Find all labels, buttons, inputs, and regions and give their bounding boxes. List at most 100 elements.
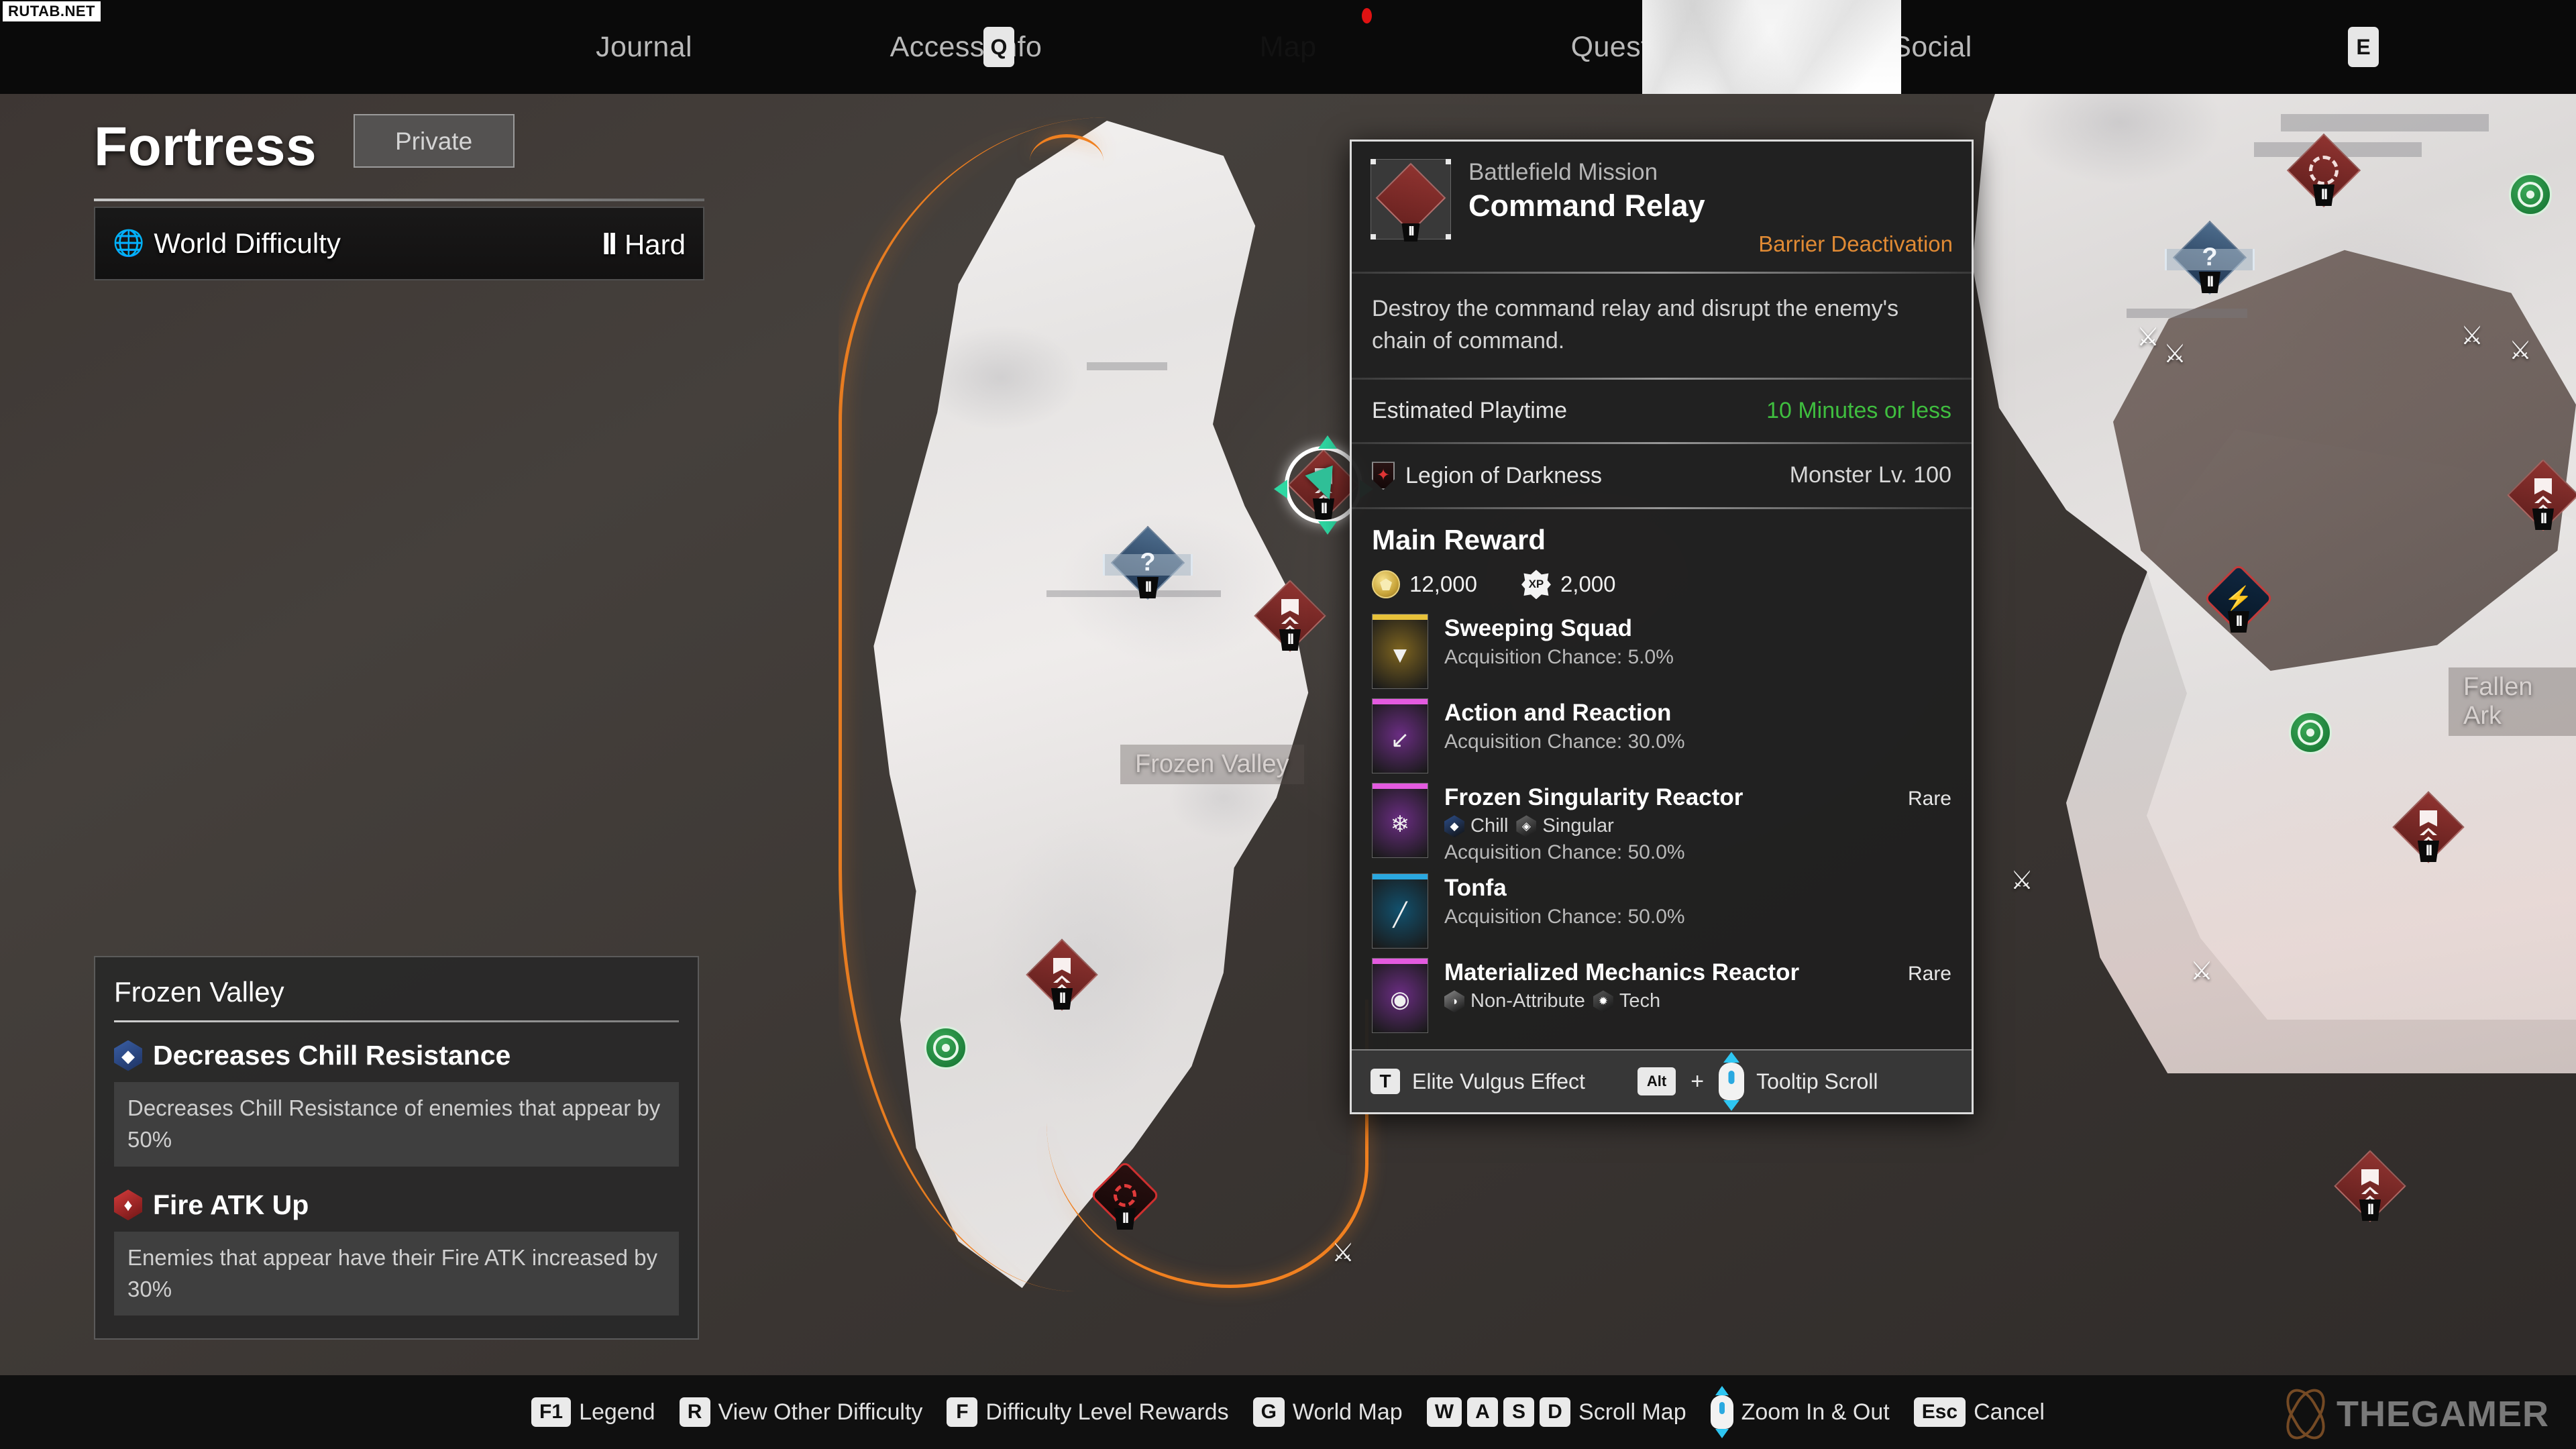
reward-item[interactable]: ◉ Materialized Mechanics Reactor Rare ◑ Non-… — [1372, 958, 1951, 1034]
map-marker-boss-encounter[interactable]: II — [1089, 1160, 1161, 1231]
reward-item[interactable]: ╱ Tonfa Acquisition Chance: 50.0% — [1372, 873, 1951, 949]
hotkey-keys: G — [1252, 1397, 1285, 1427]
hotkey-keys: F1 — [531, 1397, 572, 1427]
map-marker-gate[interactable]: ⚔ — [2010, 865, 2033, 896]
map-marker-battlefield-mission[interactable]: II — [1026, 938, 1098, 1011]
map-marker-gate[interactable]: ⚔ — [2137, 322, 2159, 352]
marker-tier-badge: II — [2417, 841, 2440, 862]
map-marker-gate[interactable]: ⚔ — [2509, 335, 2532, 366]
legion-shield-icon: ✦ — [1372, 462, 1395, 490]
key-t[interactable]: T — [1371, 1069, 1400, 1095]
fire-glyph: ♦ — [123, 1195, 133, 1216]
attribute-hex-icon: ◑ — [1444, 990, 1464, 1013]
hotkey-key[interactable]: F — [947, 1397, 978, 1427]
map-marker-spawn-point[interactable] — [924, 1026, 967, 1069]
hotkey-cancel[interactable]: Esc Cancel — [1913, 1397, 2045, 1427]
world-difficulty-value: II Hard — [602, 225, 686, 262]
attribute-singular: ◈ Singular — [1516, 815, 1614, 838]
marker-tier-badge: II — [2532, 508, 2555, 530]
prev-tab-key-q[interactable]: Q — [983, 27, 1014, 67]
tab-access-info[interactable]: Access Info — [805, 0, 1127, 94]
marker-tier-badge: II — [2312, 184, 2335, 206]
hotkey-legend[interactable]: F1 Legend — [531, 1397, 655, 1427]
hotkey-key[interactable]: W — [1426, 1397, 1462, 1427]
zone-effect-description: Enemies that appear have their Fire ATK … — [114, 1231, 679, 1316]
gold-reward: 12,000 — [1372, 570, 1477, 599]
map-structure — [2127, 309, 2247, 318]
reward-item-text: Materialized Mechanics Reactor Rare ◑ Non-A… — [1444, 958, 1951, 1013]
map-marker-gate[interactable]: ⚔ — [1332, 1238, 1354, 1268]
map-marker-battlefield-mission[interactable]: II — [1254, 580, 1326, 652]
hotkey-key[interactable]: F1 — [531, 1397, 572, 1427]
map-marker-gate[interactable]: ⚔ — [2461, 321, 2483, 351]
hotkey-key[interactable]: Esc — [1913, 1397, 1966, 1427]
estimated-playtime-row: Estimated Playtime 10 Minutes or less — [1352, 380, 1972, 443]
zone-header: Fortress Private 🌐 World Difficulty II Ha… — [94, 114, 704, 280]
hotkey-key[interactable]: S — [1503, 1397, 1535, 1427]
reward-item-attributes: ◑ Non-Attribute ✹ Tech — [1444, 990, 1951, 1013]
map-marker-energy-node[interactable]: ⚡ II — [2203, 563, 2274, 634]
hotkey-key[interactable]: R — [679, 1397, 710, 1427]
map-marker-gate[interactable]: ⚔ — [2190, 956, 2213, 986]
attribute-glyph: ◆ — [1450, 819, 1459, 833]
reward-item-list: ▼ Sweeping Squad Acquisition Chance: 5.0% ↙… — [1372, 614, 1951, 1034]
currency-row: 12,000 XP 2,000 — [1372, 570, 1951, 600]
gate-icon: ⚔ — [2137, 323, 2160, 352]
faction-label: Legion of Darkness — [1405, 462, 1602, 488]
reward-item-thumbnail: ▼ — [1372, 614, 1428, 690]
map-marker-spawn-point[interactable] — [2289, 711, 2332, 754]
zone-effect-header: ♦ Fire ATK Up — [114, 1189, 679, 1221]
attribute-label: Non-Attribute — [1470, 990, 1585, 1012]
journal-notification-dot — [1362, 8, 1372, 23]
reward-item-chance: Acquisition Chance: 30.0% — [1444, 731, 1685, 753]
map-marker-battlefield-mission[interactable]: II — [2507, 459, 2576, 531]
faction-row: ✦ Legion of Darkness Monster Lv. 100 — [1352, 444, 1972, 507]
mission-type: Battlefield Mission — [1468, 159, 1658, 185]
key-alt[interactable]: Alt — [1637, 1067, 1676, 1096]
hotkey-view-other-difficulty[interactable]: R View Other Difficulty — [679, 1397, 922, 1427]
top-navigation-bar[interactable]: Q Journal Access Info Map Quest Social E — [0, 0, 2576, 94]
map-region-label: Fallen Ark — [2449, 667, 2576, 736]
map-marker-spawn-point[interactable] — [2509, 173, 2552, 216]
tab-journal[interactable]: Journal — [483, 0, 805, 94]
rarity-bar — [1373, 874, 1428, 880]
reward-item[interactable]: ▼ Sweeping Squad Acquisition Chance: 5.0% — [1372, 614, 1951, 690]
fire-hex-icon: ♦ — [114, 1189, 142, 1221]
map-marker-battlefield-mission[interactable]: II — [2334, 1150, 2406, 1222]
spawn-point-icon — [2509, 173, 2552, 216]
hotkey-key[interactable]: D — [1540, 1397, 1571, 1427]
reward-item[interactable]: ❄ Frozen Singularity Reactor Rare ◆ Chill ◈ Si… — [1372, 783, 1951, 864]
hotkey-zoom-in-out[interactable]: Zoom In & Out — [1710, 1386, 1890, 1438]
hotkey-label: Difficulty Level Rewards — [985, 1399, 1229, 1425]
privacy-toggle-button[interactable]: Private — [353, 114, 515, 168]
map-marker-target-mission[interactable]: II — [2286, 133, 2361, 208]
mission-tooltip-panel: II Battlefield Mission Command Relay Bar… — [1350, 140, 1974, 1115]
hotkey-difficulty-level-rewards[interactable]: F Difficulty Level Rewards — [947, 1397, 1229, 1427]
hotkey-key[interactable]: G — [1252, 1397, 1285, 1427]
hotkey-scroll-map[interactable]: W A S D Scroll Map — [1426, 1397, 1686, 1427]
reward-item-name-row: Action and Reaction — [1444, 700, 1951, 727]
map-marker-battlefield-mission[interactable]: II — [2392, 791, 2465, 863]
gate-icon: ⚔ — [2509, 337, 2532, 365]
map-marker-gate[interactable]: ⚔ — [2163, 339, 2186, 369]
next-tab-key-e[interactable]: E — [2348, 27, 2379, 67]
map-marker-unknown-mission[interactable]: ? II — [2165, 220, 2255, 295]
mouse-wheel-icon — [1710, 1386, 1733, 1438]
rarity-bar — [1373, 784, 1428, 790]
attribute-glyph: ◑ — [1450, 994, 1458, 1008]
world-difficulty-row[interactable]: 🌐 World Difficulty II Hard — [94, 207, 704, 280]
hotkey-key[interactable]: A — [1467, 1397, 1499, 1427]
rarity-bar — [1373, 959, 1428, 965]
attribute-non-attribute: ◑ Non-Attribute — [1444, 990, 1585, 1013]
tooltip-scroll-label: Tooltip Scroll — [1756, 1069, 1878, 1093]
hotkey-world-map[interactable]: G World Map — [1252, 1397, 1403, 1427]
watermark-thegamer: THEGAMER — [2280, 1389, 2549, 1440]
zone-info-panel: Frozen Valley ◆ Decreases Chill Resistan… — [94, 956, 699, 1340]
tab-map[interactable]: Map — [1127, 0, 1449, 94]
zone-effect-title: Fire ATK Up — [153, 1189, 309, 1220]
reward-item-glyph: ╱ — [1393, 902, 1407, 928]
marker-tier-badge: II — [2198, 272, 2221, 293]
map-marker-unknown-mission[interactable]: ? II — [1103, 525, 1193, 600]
reward-item[interactable]: ↙ Action and Reaction Acquisition Chance: … — [1372, 698, 1951, 774]
reward-item-glyph: ▼ — [1389, 642, 1411, 668]
